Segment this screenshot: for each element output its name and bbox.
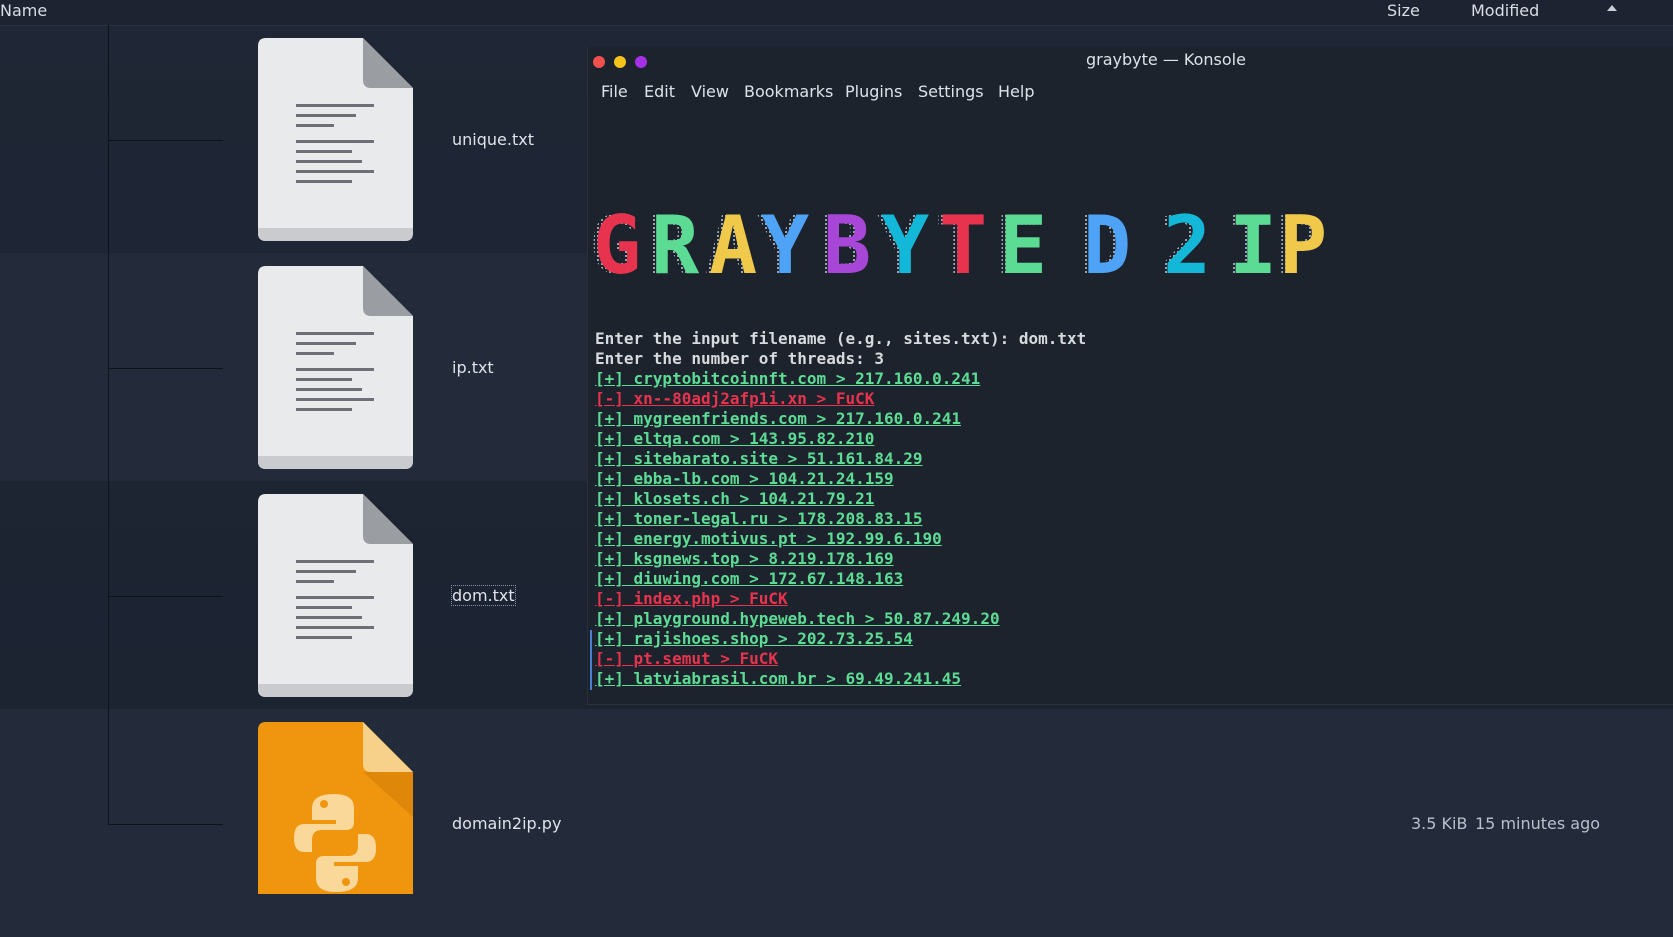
svg-text:Y: Y [761, 199, 809, 287]
banner-letter: BB [819, 199, 871, 287]
text-file-icon[interactable] [258, 38, 413, 241]
window-title: graybyte — Konsole [1086, 50, 1246, 69]
tree-branch [108, 368, 223, 369]
terminal-line: [+] toner-legal.ru > 178.208.83.15 [595, 509, 923, 528]
scroll-marker [590, 630, 592, 690]
ascii-banner: GG RR AA YY BB YY TT EE DD 22 IIPP [593, 199, 1327, 287]
file-size: 3.5 KiB [1411, 814, 1468, 833]
tree-branch [108, 596, 223, 597]
terminal-line: [-] index.php > FuCK [595, 589, 788, 608]
banner-letter: YY [757, 199, 809, 287]
tree-branch [108, 140, 223, 141]
banner-letter: TT [935, 199, 987, 287]
svg-text:T: T [939, 199, 987, 287]
svg-text:R: R [651, 199, 700, 287]
terminal-output[interactable]: Enter the input filename (e.g., sites.tx… [595, 329, 1086, 689]
sort-ascending-icon[interactable] [1607, 5, 1617, 11]
terminal-line: [-] pt.semut > FuCK [595, 649, 779, 668]
svg-text:E: E [999, 199, 1047, 287]
column-size[interactable]: Size [1387, 1, 1420, 20]
terminal-line: Enter the input filename (e.g., sites.tx… [595, 329, 1087, 348]
file-name[interactable]: unique.txt [452, 130, 534, 149]
python-file-icon[interactable] [258, 722, 413, 894]
terminal-line: [+] mygreenfriends.com > 217.160.0.241 [595, 409, 962, 428]
terminal-line: [+] sitebarato.site > 51.161.84.29 [595, 449, 923, 468]
terminal-line: [+] energy.motivus.pt > 192.99.6.190 [595, 529, 942, 548]
maximize-icon[interactable] [635, 56, 647, 68]
terminal-line: [+] latviabrasil.com.br > 69.49.241.45 [595, 669, 962, 688]
column-header: Name Size Modified [0, 0, 1673, 26]
tree-line [108, 25, 109, 825]
minimize-icon[interactable] [614, 56, 626, 68]
menu-plugins[interactable]: Plugins [845, 82, 902, 101]
title-bar[interactable]: graybyte — Konsole [588, 47, 1673, 77]
banner-letter: YY [877, 199, 929, 287]
terminal-line: [+] cryptobitcoinnft.com > 217.160.0.241 [595, 369, 981, 388]
svg-text:B: B [823, 199, 871, 287]
file-name[interactable]: domain2ip.py [452, 814, 561, 833]
column-name[interactable]: Name [0, 1, 47, 20]
terminal-line: [+] ksgnews.top > 8.219.178.169 [595, 549, 894, 568]
menu-bookmarks[interactable]: Bookmarks [744, 82, 833, 101]
terminal-line: Enter the number of threads: 3 [595, 349, 884, 368]
banner-letter: PP [1275, 199, 1327, 287]
menu-file[interactable]: File [601, 82, 628, 101]
terminal-line: [+] playground.hypeweb.tech > 50.87.249.… [595, 609, 1000, 628]
text-file-icon[interactable] [258, 266, 413, 469]
banner-letter: 22 [1159, 199, 1211, 287]
file-name[interactable]: ip.txt [452, 358, 494, 377]
banner-letter: RR [647, 199, 700, 287]
svg-text:D: D [1083, 199, 1131, 287]
terminal-line: [+] ebba-lb.com > 104.21.24.159 [595, 469, 894, 488]
banner-letter: DD [1079, 199, 1131, 287]
konsole-window[interactable]: graybyte — Konsole File Edit View Bookma… [587, 47, 1673, 705]
terminal-line: [+] eltqa.com > 143.95.82.210 [595, 429, 875, 448]
column-modified[interactable]: Modified [1471, 1, 1539, 20]
svg-text:2: 2 [1163, 199, 1211, 287]
menu-edit[interactable]: Edit [644, 82, 675, 101]
tree-branch [108, 824, 223, 825]
banner-letter: GG [593, 199, 641, 287]
file-name-selected[interactable]: dom.txt [451, 585, 516, 606]
menu-settings[interactable]: Settings [918, 82, 984, 101]
svg-text:A: A [709, 199, 757, 287]
file-modified: 15 minutes ago [1475, 814, 1601, 833]
banner-letter: AA [705, 199, 757, 287]
banner-letter: II [1225, 199, 1277, 287]
close-icon[interactable] [593, 56, 605, 68]
svg-text:G: G [593, 199, 641, 287]
terminal-line: [+] klosets.ch > 104.21.79.21 [595, 489, 875, 508]
menu-view[interactable]: View [691, 82, 729, 101]
terminal-line: [+] rajishoes.shop > 202.73.25.54 [595, 629, 913, 648]
svg-text:Y: Y [881, 199, 929, 287]
svg-text:P: P [1279, 199, 1327, 287]
terminal-line: [-] xn--80adj2afp1i.xn > FuCK [595, 389, 875, 408]
menu-help[interactable]: Help [998, 82, 1034, 101]
terminal-line: [+] diuwing.com > 172.67.148.163 [595, 569, 904, 588]
text-file-icon[interactable] [258, 494, 413, 697]
banner-letter: EE [995, 199, 1047, 287]
svg-text:I: I [1229, 199, 1277, 287]
